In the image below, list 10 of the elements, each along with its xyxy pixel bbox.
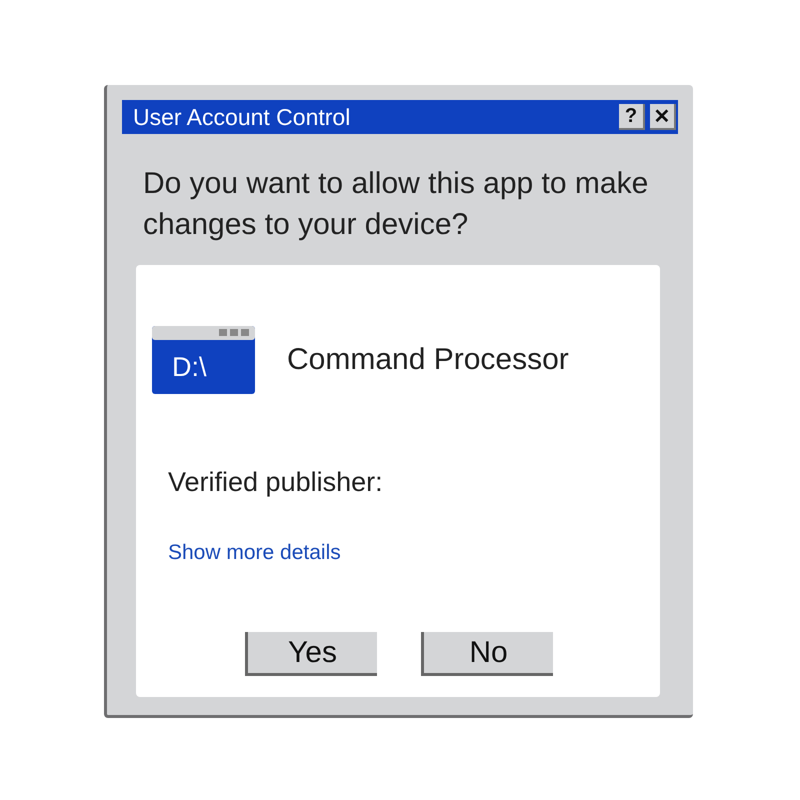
yes-button[interactable]: Yes <box>245 632 377 676</box>
app-name: Command Processor <box>287 343 569 377</box>
details-link[interactable]: Show more details <box>168 541 341 565</box>
help-button[interactable]: ? <box>619 104 645 130</box>
console-window-icon: D:\ <box>152 326 255 394</box>
publisher-label: Verified publisher: <box>168 467 384 498</box>
close-button[interactable]: ✕ <box>650 104 676 130</box>
window-title: User Account Control <box>133 104 352 130</box>
prompt-question: Do you want to allow this app to make changes to your device? <box>143 166 650 243</box>
no-button[interactable]: No <box>421 632 553 676</box>
